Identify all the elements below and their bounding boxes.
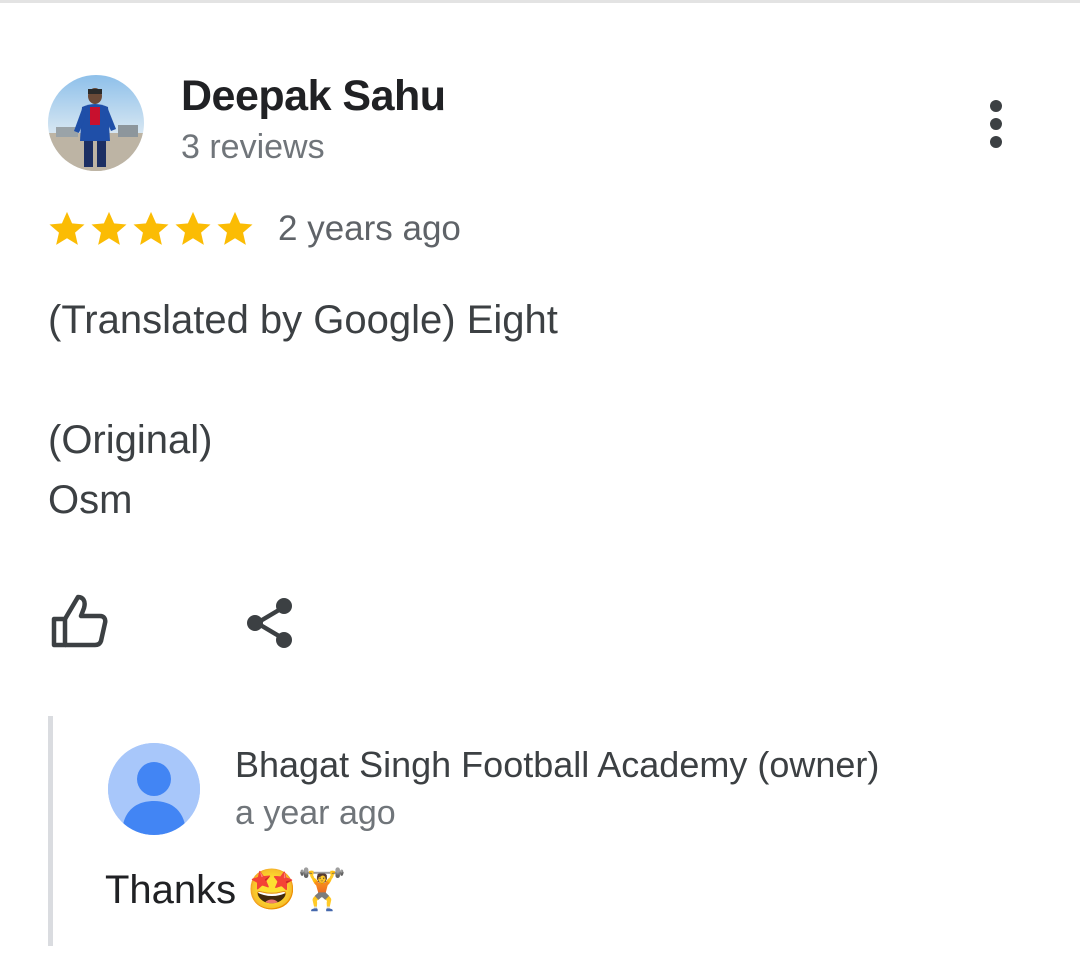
more-vert-icon-dot xyxy=(990,136,1002,148)
more-options-button[interactable] xyxy=(972,96,1020,152)
star-rating xyxy=(46,208,256,250)
review-body: (Translated by Google) Eight (Original) … xyxy=(48,290,558,530)
rating-row: 2 years ago xyxy=(46,206,461,252)
reviewer-photo xyxy=(48,75,144,171)
star-icon xyxy=(91,211,127,245)
star-icon xyxy=(133,211,169,245)
reviewer-avatar[interactable] xyxy=(48,75,144,171)
like-button[interactable] xyxy=(46,588,112,654)
owner-avatar xyxy=(108,743,200,835)
thumb-up-outline-icon xyxy=(51,594,108,648)
person-icon xyxy=(108,743,200,835)
owner-response: Bhagat Singh Football Academy (owner) a … xyxy=(48,716,953,946)
star-icon xyxy=(175,211,211,245)
share-icon xyxy=(247,598,292,648)
reviewer-review-count: 3 reviews xyxy=(181,128,325,166)
star-icon xyxy=(49,211,85,245)
review-time: 2 years ago xyxy=(278,209,461,248)
more-vert-icon-dot xyxy=(990,118,1002,130)
star-icon xyxy=(217,211,253,245)
more-vert-icon xyxy=(990,100,1002,112)
review-original-label: (Original) xyxy=(48,418,213,462)
top-divider xyxy=(0,0,1080,3)
review-original-text: Osm xyxy=(48,478,133,522)
share-button[interactable] xyxy=(240,592,302,654)
review-translated-text: (Translated by Google) Eight xyxy=(48,298,558,342)
owner-response-text: Thanks 🤩🏋️ xyxy=(105,868,347,912)
owner-name: Bhagat Singh Football Academy (owner) xyxy=(235,744,880,785)
owner-response-time: a year ago xyxy=(235,794,396,832)
reviewer-name[interactable]: Deepak Sahu xyxy=(181,72,446,121)
